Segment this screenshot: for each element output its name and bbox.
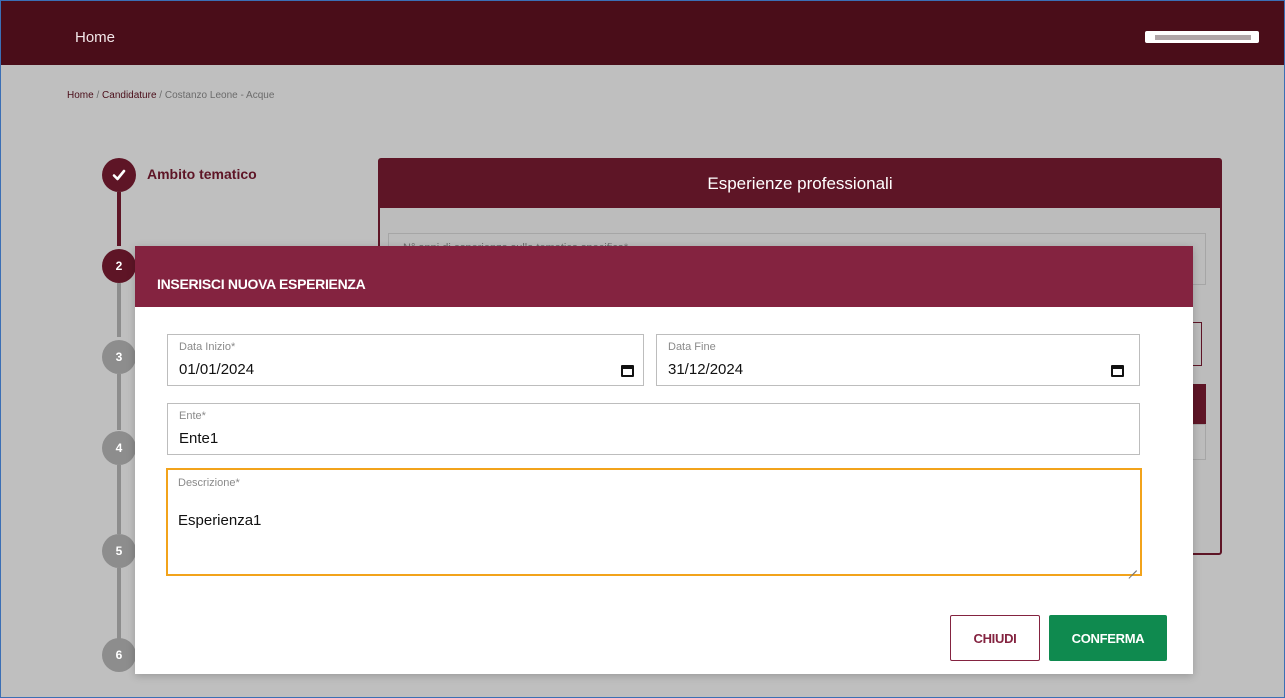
ente-field[interactable]: Ente* Ente1: [167, 403, 1140, 455]
resize-handle-icon[interactable]: [1128, 562, 1137, 571]
nav-home-link[interactable]: Home: [75, 29, 115, 46]
step-connector: [117, 283, 121, 337]
data-inizio-field[interactable]: Data Inizio* 01/01/2024: [167, 334, 644, 386]
card-table-header-edge: [1192, 384, 1206, 424]
descrizione-textarea[interactable]: Descrizione* Esperienza1: [166, 468, 1142, 576]
data-fine-label: Data Fine: [668, 341, 716, 353]
ente-value: Ente1: [179, 430, 219, 447]
conferma-button[interactable]: CONFERMA: [1049, 615, 1167, 661]
step-4[interactable]: 4: [102, 431, 136, 465]
ente-label: Ente*: [179, 410, 206, 422]
top-navbar: Home: [1, 1, 1284, 65]
step-connector: [117, 465, 121, 534]
breadcrumb-current: Costanzo Leone - Acque: [164, 90, 275, 101]
user-name-redacted[interactable]: [1145, 31, 1259, 43]
breadcrumb: Home / Candidature / Costanzo Leone - Ac…: [67, 90, 274, 101]
descrizione-value: Esperienza1: [178, 512, 262, 529]
data-fine-field[interactable]: Data Fine 31/12/2024: [656, 334, 1140, 386]
data-inizio-label: Data Inizio*: [179, 341, 236, 353]
step-5[interactable]: 5: [102, 534, 136, 568]
breadcrumb-home[interactable]: Home: [67, 90, 94, 101]
step-6[interactable]: 6: [102, 638, 136, 672]
step-1-label: Ambito tematico: [147, 166, 257, 182]
nuova-esperienza-modal: INSERISCI NUOVA ESPERIENZA Data Inizio* …: [135, 246, 1193, 674]
calendar-icon[interactable]: [621, 365, 634, 377]
step-connector: [117, 192, 121, 246]
step-2-active[interactable]: 2: [102, 249, 136, 283]
check-icon: [112, 169, 126, 181]
step-1-done[interactable]: [102, 158, 136, 192]
breadcrumb-separator: /: [156, 90, 165, 101]
chiudi-button[interactable]: CHIUDI: [950, 615, 1040, 661]
modal-title: INSERISCI NUOVA ESPERIENZA: [135, 246, 1193, 307]
data-inizio-value: 01/01/2024: [179, 361, 255, 378]
step-3[interactable]: 3: [102, 340, 136, 374]
card-table-cell-edge: [1192, 424, 1206, 460]
breadcrumb-candidature[interactable]: Candidature: [102, 90, 156, 101]
card-button-edge[interactable]: [1192, 322, 1202, 366]
data-fine-value: 31/12/2024: [668, 361, 744, 378]
esperienze-card-title: Esperienze professionali: [380, 160, 1220, 208]
descrizione-label: Descrizione*: [178, 477, 240, 489]
breadcrumb-separator: /: [93, 90, 103, 101]
calendar-icon[interactable]: [1111, 365, 1124, 377]
step-connector: [117, 568, 121, 639]
step-connector: [117, 374, 121, 430]
